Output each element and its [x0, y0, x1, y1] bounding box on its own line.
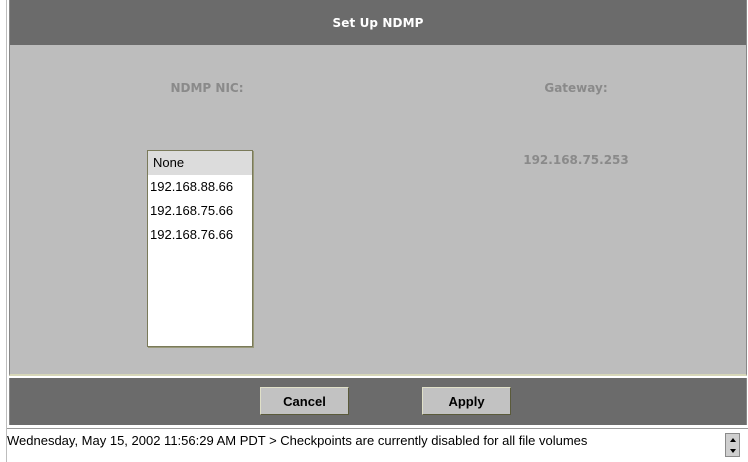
nic-option-192-168-75-66[interactable]: 192.168.75.66 [148, 199, 252, 223]
cancel-button[interactable]: Cancel [260, 387, 349, 415]
ndmp-nic-list[interactable]: None 192.168.88.66 192.168.75.66 192.168… [147, 150, 253, 347]
gateway-value: 192.168.75.253 [523, 153, 629, 167]
button-bar: Cancel Apply [9, 378, 747, 425]
scroll-down-arrow-icon[interactable] [726, 445, 739, 456]
gateway-label: Gateway: [544, 81, 608, 95]
ndmp-nic-label: NDMP NIC: [170, 81, 244, 95]
status-message: Wednesday, May 15, 2002 11:56:29 AM PDT … [7, 433, 588, 448]
status-scroll-spinner[interactable] [725, 433, 740, 457]
ndmp-setup-window: Set Up NDMP NDMP NIC: Gateway: None 192.… [7, 0, 748, 462]
nic-option-192-168-88-66[interactable]: 192.168.88.66 [148, 175, 252, 199]
left-border [0, 0, 7, 462]
window-title: Set Up NDMP [9, 0, 747, 45]
apply-button[interactable]: Apply [422, 387, 511, 415]
status-bar: Wednesday, May 15, 2002 11:56:29 AM PDT … [7, 428, 748, 462]
ndmp-settings-panel: NDMP NIC: Gateway: None 192.168.88.66 19… [9, 45, 747, 376]
nic-option-none[interactable]: None [148, 151, 252, 175]
scroll-up-arrow-icon[interactable] [726, 434, 739, 445]
nic-option-192-168-76-66[interactable]: 192.168.76.66 [148, 223, 252, 247]
